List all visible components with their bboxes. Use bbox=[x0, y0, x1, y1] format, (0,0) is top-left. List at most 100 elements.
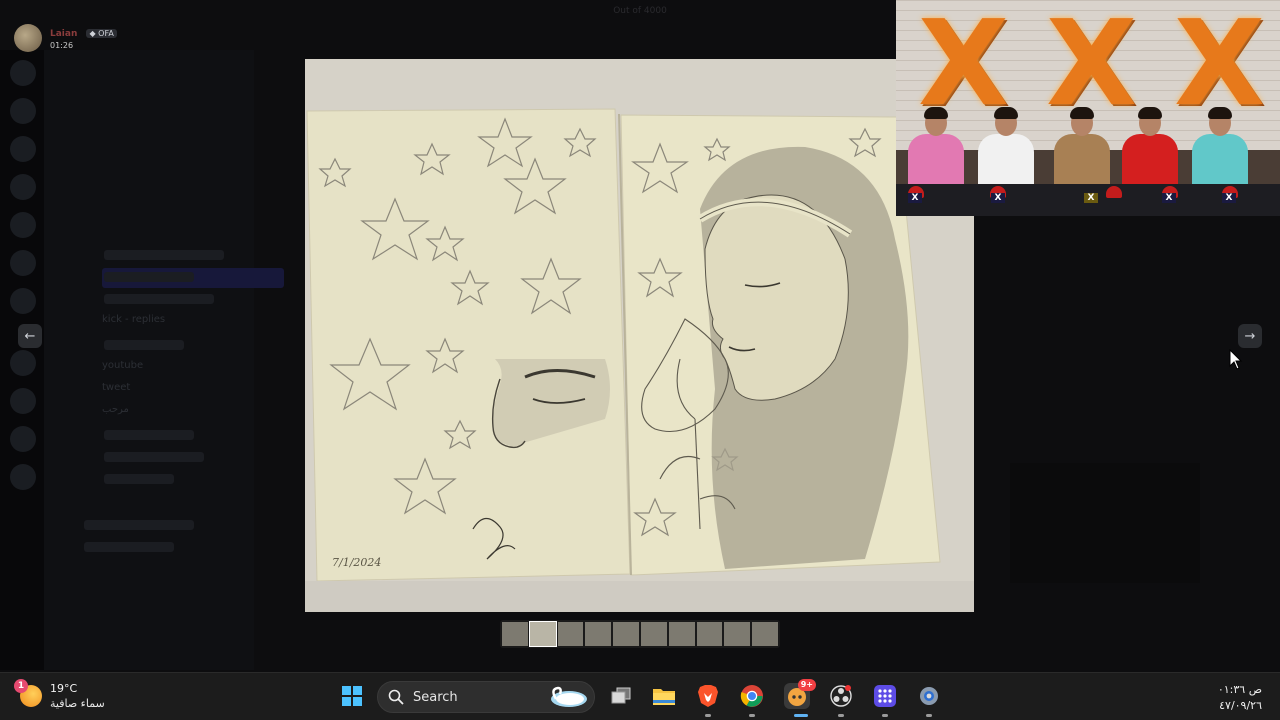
server-icon bbox=[10, 350, 36, 376]
channel-placeholder bbox=[104, 430, 194, 440]
thumbnail[interactable] bbox=[613, 622, 639, 646]
grid-app-icon bbox=[874, 685, 896, 707]
weather-widget[interactable]: 1 19°C سماء صافية bbox=[14, 679, 105, 711]
sketchbook-drawing bbox=[305, 59, 974, 612]
server-icon bbox=[10, 388, 36, 414]
channel-item-youtube: youtube bbox=[102, 360, 144, 371]
mouse-cursor-icon bbox=[1229, 349, 1243, 370]
channel-placeholder bbox=[104, 452, 204, 462]
x-button-label: X bbox=[908, 193, 922, 203]
author-name: Laian bbox=[50, 28, 78, 39]
x-button-label: X bbox=[1222, 193, 1236, 203]
channel-item-kick: kick - replies bbox=[102, 314, 166, 325]
image-viewer-photo[interactable]: 7/1/2024 bbox=[305, 59, 974, 612]
server-icon bbox=[10, 98, 36, 124]
server-icon bbox=[10, 426, 36, 452]
buzzer bbox=[1106, 186, 1122, 198]
notification-badge: 1 bbox=[14, 679, 28, 693]
discord-button[interactable]: 9+ bbox=[784, 679, 816, 709]
author-badge: ◆ OFA bbox=[86, 28, 117, 38]
x-button-label: X bbox=[1084, 193, 1098, 203]
server-icon bbox=[10, 136, 36, 162]
chrome-button[interactable] bbox=[739, 683, 765, 709]
chrome-icon bbox=[740, 685, 763, 707]
media-author[interactable]: Laian ◆ OFA 01:26 bbox=[14, 24, 117, 52]
obs-button[interactable] bbox=[828, 683, 854, 709]
brave-lion-icon bbox=[698, 685, 718, 707]
clock-date: ٤٧/٠٩/٢٦ bbox=[1219, 699, 1262, 712]
server-icon bbox=[10, 212, 36, 238]
picture-in-picture-video[interactable]: X X X X X X X X bbox=[896, 0, 1280, 216]
channel-item-tweet: tweet bbox=[102, 382, 131, 393]
server-icon bbox=[10, 60, 36, 86]
search-highlight-icon bbox=[551, 686, 587, 707]
x-logo: X bbox=[1046, 0, 1137, 132]
brave-browser-button[interactable] bbox=[695, 683, 721, 709]
taskbar-search[interactable]: Search bbox=[377, 681, 595, 713]
channel-placeholder bbox=[84, 542, 174, 552]
server-icon bbox=[10, 174, 36, 200]
dimmed-panel bbox=[1010, 463, 1200, 583]
avatar bbox=[14, 24, 42, 52]
judge-person bbox=[978, 107, 1034, 194]
channel-placeholder bbox=[84, 520, 194, 530]
weather-sun-icon: 1 bbox=[14, 679, 42, 707]
channel-placeholder bbox=[104, 250, 224, 260]
app-grid-button[interactable] bbox=[872, 683, 898, 709]
screen: Out of 4000 kick - replies youtube tweet… bbox=[0, 0, 1280, 720]
running-indicator bbox=[926, 714, 932, 717]
judge-person bbox=[1192, 107, 1248, 194]
x-logo: X bbox=[1174, 0, 1265, 132]
weather-temperature: 19°C bbox=[50, 682, 78, 695]
thumbnail[interactable] bbox=[724, 622, 751, 646]
sketch-date: 7/1/2024 bbox=[332, 556, 382, 569]
gear-icon bbox=[920, 687, 938, 705]
obs-icon bbox=[830, 685, 852, 707]
channel-item-arabic: مرحب bbox=[102, 404, 129, 415]
server-icon bbox=[10, 288, 36, 314]
running-indicator bbox=[749, 714, 755, 717]
active-indicator bbox=[794, 714, 808, 717]
start-button[interactable] bbox=[339, 683, 365, 709]
settings-button[interactable] bbox=[916, 683, 942, 709]
thumbnail[interactable] bbox=[668, 622, 695, 646]
clock-time: ص ٠١:٣٦ bbox=[1217, 683, 1262, 696]
arrow-left-icon: ← bbox=[24, 328, 36, 344]
judge-person bbox=[1122, 107, 1178, 194]
running-indicator bbox=[705, 714, 711, 717]
thumbnail[interactable] bbox=[502, 622, 528, 646]
channel-placeholder bbox=[104, 474, 174, 484]
task-view-icon bbox=[611, 687, 631, 704]
running-indicator bbox=[838, 714, 844, 717]
x-button-label: X bbox=[991, 193, 1005, 203]
weather-description: سماء صافية bbox=[50, 697, 105, 710]
folder-icon bbox=[653, 689, 675, 705]
judge-person bbox=[1054, 107, 1110, 194]
system-clock[interactable]: ص ٠١:٣٦ ٤٧/٠٩/٢٦ bbox=[1218, 682, 1262, 714]
thumbnail-strip bbox=[500, 620, 780, 648]
channel-placeholder bbox=[104, 340, 184, 350]
running-indicator bbox=[882, 714, 888, 717]
thumbnail[interactable] bbox=[585, 622, 612, 646]
x-logo: X bbox=[918, 0, 1009, 132]
next-image-button[interactable]: → bbox=[1238, 324, 1262, 348]
thumbnail-selected[interactable] bbox=[528, 621, 557, 647]
previous-image-button[interactable]: ← bbox=[18, 324, 42, 348]
x-button-label: X bbox=[1162, 193, 1176, 203]
arrow-right-icon: → bbox=[1244, 328, 1256, 344]
judge-person bbox=[908, 107, 964, 194]
thumbnail[interactable] bbox=[557, 622, 584, 646]
thumbnail[interactable] bbox=[752, 622, 778, 646]
server-icon bbox=[10, 250, 36, 276]
search-label: Search bbox=[413, 689, 458, 705]
post-time: 01:26 bbox=[50, 40, 74, 50]
file-explorer-button[interactable] bbox=[651, 683, 677, 709]
windows-logo-icon bbox=[342, 686, 362, 706]
task-view-button[interactable] bbox=[608, 683, 634, 709]
thumbnail[interactable] bbox=[696, 622, 723, 646]
channel-placeholder bbox=[104, 294, 214, 304]
search-icon bbox=[388, 689, 404, 705]
thumbnail[interactable] bbox=[640, 622, 667, 646]
channel-sidebar: kick - replies youtube tweet مرحب bbox=[44, 50, 284, 670]
channel-placeholder bbox=[104, 272, 194, 282]
